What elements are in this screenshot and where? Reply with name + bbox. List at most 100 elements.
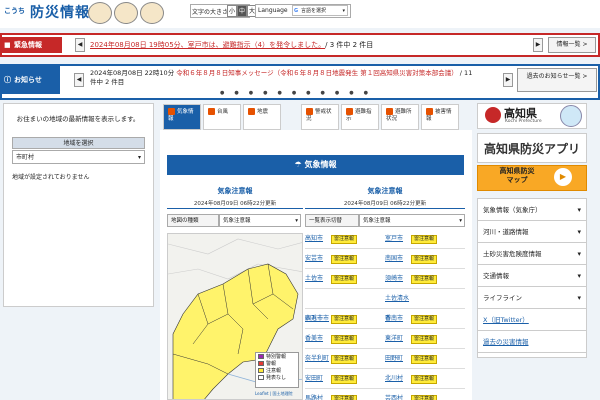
legend-item: 注意報 <box>258 368 296 375</box>
side-menu-item[interactable]: X（旧Twitter） <box>478 309 586 331</box>
city-link[interactable]: 東洋町 <box>385 329 411 349</box>
warning-cell: 奈半利町 雷注意報 <box>305 349 385 369</box>
city-link[interactable]: 馬路村 <box>305 389 331 400</box>
bousai-map-label: 高知県防災マップ <box>499 167 535 184</box>
alert-text: 2024年08月08日 19時05分、室戸市は、避難指示（4）を発令しました。/… <box>90 40 373 50</box>
list-toggle-label: 一覧表示切替 <box>305 214 359 227</box>
tab-6[interactable]: 被害情報 <box>421 104 459 130</box>
tab-1[interactable]: 台風 <box>203 104 241 130</box>
area-info-title: お住まいの地域の最新情報を表示します。 <box>16 115 140 123</box>
notice-count-2: 件中 2 件目 <box>90 78 125 86</box>
city-link[interactable]: 田野町 <box>385 349 411 369</box>
side-menu-label: 気象情報（気象庁） <box>483 206 542 214</box>
tab-4[interactable]: 避難指示 <box>341 104 379 130</box>
city-link[interactable]: 南国市 <box>385 249 411 269</box>
mascot-icon <box>88 2 112 24</box>
tab-3[interactable]: 警戒状況 <box>301 104 339 130</box>
warning-row: 高知市 雷注意報 室戸市 雷注意報 <box>305 229 465 249</box>
city-link[interactable]: 北川村 <box>385 369 411 389</box>
city-link[interactable]: 芸西村 <box>385 389 411 400</box>
city-link[interactable]: 須崎市 <box>385 269 411 289</box>
area-note: 地域が設定されておりません <box>12 174 90 181</box>
chevron-down-icon: ▾ <box>577 272 581 280</box>
list-toggle-select[interactable]: 気象注意報 ▾ <box>359 214 465 227</box>
notice-list-button[interactable]: 過去のお知らせ一覧 > <box>517 68 597 92</box>
tab-icon <box>426 108 433 115</box>
emergency-tag: ■ 緊急情報 <box>2 37 62 53</box>
map-credit[interactable]: Leaflet | 国土地理院 <box>255 391 293 397</box>
kochi-english: Kochi Prefecture <box>505 119 542 124</box>
notice-date: 2024年08月08日 22時10分 <box>90 69 175 77</box>
font-size-small-button[interactable]: 小 <box>227 5 237 17</box>
mascot-icon <box>114 2 138 24</box>
city-link[interactable]: 香美市 <box>305 329 331 349</box>
divider <box>167 208 303 209</box>
tab-icon <box>248 108 255 115</box>
side-menu-item[interactable]: ライフライン ▾ <box>478 287 586 309</box>
warning-badge: 雷注意報 <box>411 275 438 284</box>
tab-icon <box>168 108 175 115</box>
language-label: Language <box>258 7 288 14</box>
chevron-down-icon: ▾ <box>137 154 141 161</box>
city-link[interactable]: 香南市 <box>385 309 411 329</box>
legend-swatch <box>258 361 264 366</box>
warning-cell: 高知市 雷注意報 <box>305 229 385 249</box>
side-menu-label: ライフライン <box>483 294 522 302</box>
legend-swatch <box>258 354 264 359</box>
side-menu-item[interactable]: 河川・道路情報 ▾ <box>478 221 586 243</box>
right-column-updated: 2024年08月09日 06時22分更新 <box>343 201 427 207</box>
carousel-dots[interactable]: ●●●●●●●●●●● <box>220 90 378 96</box>
notice-prev-button[interactable]: ◀ <box>74 73 84 87</box>
chevron-down-icon: ▾ <box>577 228 581 236</box>
warning-badge: 雷注意報 <box>331 395 358 400</box>
side-menu-item[interactable]: 気象情報（気象庁） ▾ <box>478 199 586 221</box>
chevron-down-icon: ▾ <box>342 8 345 14</box>
alert-prev-button[interactable]: ◀ <box>75 38 85 52</box>
warning-row: 奈半利町 雷注意報 田野町 雷注意報 <box>305 349 465 369</box>
city-link[interactable]: 奈半利町 <box>305 349 331 369</box>
notice-link[interactable]: 令和６年８月８日知事メッセージ（令和６年８月８日地震発生 第１回高知県災害対策本… <box>176 69 457 77</box>
warning-cell: 香南市 雷注意報 <box>385 309 465 329</box>
arrow-right-icon: ▶ <box>554 168 572 186</box>
city-link[interactable]: 室戸市 <box>385 229 411 249</box>
city-link[interactable]: 土佐市 <box>305 269 331 289</box>
language-select-value: 言語を選択 <box>301 8 327 14</box>
city-link[interactable]: 高知市 <box>305 229 331 249</box>
warning-badge: 雷注意報 <box>331 335 358 344</box>
kochi-emblem-icon <box>485 107 501 123</box>
alert-list-button[interactable]: 情報一覧 > <box>548 37 596 53</box>
font-size-medium-button[interactable]: 中 <box>237 5 247 17</box>
legend-item: 発表なし <box>258 375 296 382</box>
side-menu-item[interactable]: 過去の災害情報 <box>478 331 586 353</box>
app-banner[interactable]: 高知県防災アプリ <box>477 133 587 163</box>
city-link[interactable]: 四万十市 <box>305 309 331 329</box>
notice-next-button[interactable]: ▶ <box>503 73 513 87</box>
city-link[interactable]: 安田町 <box>305 369 331 389</box>
side-menu-item[interactable]: 土砂災害危険度情報 ▾ <box>478 243 586 265</box>
site-logo[interactable]: 防災情報 <box>30 2 90 22</box>
tab-0[interactable]: 気象情報 <box>163 104 201 130</box>
notice-text: 2024年08月08日 22時10分 令和６年８月８日知事メッセージ（令和６年８… <box>90 69 500 87</box>
city-link[interactable]: 安芸市 <box>305 249 331 269</box>
warning-badge: 雷注意報 <box>411 235 438 244</box>
tab-2[interactable]: 地震 <box>243 104 281 130</box>
language-select[interactable]: G 言語を選択 ▾ <box>292 5 348 16</box>
warning-badge: 雷注意報 <box>411 315 438 324</box>
side-menu-item[interactable]: 交通情報 ▾ <box>478 265 586 287</box>
alert-icon: ■ <box>4 41 11 49</box>
warning-cell: 香美市 雷注意報 <box>305 329 385 349</box>
municipality-select[interactable]: 市町村 ▾ <box>12 150 145 164</box>
mascot-icon <box>560 105 582 127</box>
warning-badge: 雷注意報 <box>331 235 358 244</box>
legend-item: 特別警報 <box>258 354 296 361</box>
map-legend: 特別警報 警報 注意報 発表なし <box>255 352 299 388</box>
map-type-select[interactable]: 気象注意報 ▾ <box>219 214 301 227</box>
side-menu-label: 過去の災害情報 <box>483 338 529 346</box>
alert-next-button[interactable]: ▶ <box>533 38 543 52</box>
notice-count: / 11 <box>459 69 473 77</box>
side-menu-label: 土砂災害危険度情報 <box>483 250 542 258</box>
tab-icon <box>346 108 353 115</box>
tab-5[interactable]: 避難所状況 <box>381 104 419 130</box>
side-menu-label: 河川・道路情報 <box>483 228 529 236</box>
alert-link[interactable]: 2024年08月08日 19時05分、室戸市は、避難指示（4）を発令しました。 <box>90 41 325 49</box>
